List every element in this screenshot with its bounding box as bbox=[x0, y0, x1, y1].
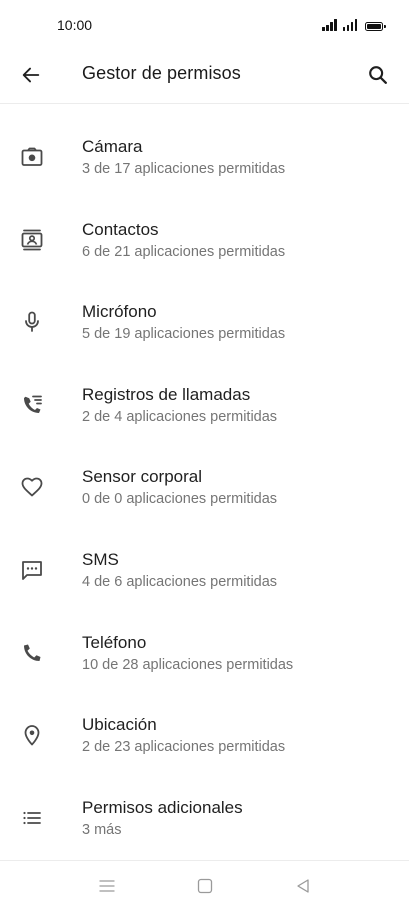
permission-subtitle: 5 de 19 aplicaciones permitidas bbox=[82, 326, 286, 343]
permission-subtitle: 3 más bbox=[82, 821, 122, 838]
page-title: Gestor de permisos bbox=[82, 63, 241, 83]
permission-subtitle: 2 de 4 aplicaciones permitidas bbox=[82, 408, 278, 425]
permission-item-camera[interactable]: Cámara 3 de 17 aplicaciones permitidas bbox=[0, 116, 409, 199]
list-icon bbox=[19, 805, 45, 831]
permission-title: Teléfono bbox=[82, 632, 147, 652]
permission-item-body-sensor[interactable]: Sensor corporal 0 de 0 aplicaciones perm… bbox=[0, 446, 409, 529]
app-bar: Gestor de permisos bbox=[0, 48, 409, 104]
permission-subtitle: 3 de 17 aplicaciones permitidas bbox=[82, 161, 286, 177]
permission-item-additional[interactable]: Permisos adicionales 3 más bbox=[0, 777, 409, 860]
arrow-back-icon bbox=[22, 67, 40, 83]
permission-item-contacts[interactable]: Contactos 6 de 21 aplicaciones permitida… bbox=[0, 199, 409, 282]
permission-item-location[interactable]: Ubicación 2 de 23 aplicaciones permitida… bbox=[0, 694, 409, 777]
sms-icon bbox=[19, 557, 45, 583]
permission-subtitle: 10 de 28 aplicaciones permitidas bbox=[82, 656, 294, 673]
microphone-icon bbox=[19, 309, 45, 335]
permission-title: Contactos bbox=[82, 219, 159, 239]
status-icons bbox=[322, 17, 386, 31]
permission-item-sms[interactable]: SMS 4 de 6 aplicaciones permitidas bbox=[0, 529, 409, 612]
permission-subtitle: 4 de 6 aplicaciones permitidas bbox=[82, 573, 278, 590]
status-bar: 10:00 bbox=[0, 0, 409, 48]
permission-title: Permisos adicionales bbox=[82, 797, 243, 817]
permission-subtitle: 6 de 21 aplicaciones permitidas bbox=[82, 243, 286, 260]
permission-title: SMS bbox=[82, 549, 119, 569]
permission-title: Ubicación bbox=[82, 715, 157, 735]
status-time: 10:00 bbox=[57, 17, 93, 33]
phone-icon bbox=[19, 640, 45, 666]
call-log-icon bbox=[19, 392, 45, 418]
permission-subtitle: 0 de 0 aplicaciones permitidas bbox=[82, 491, 278, 508]
permission-subtitle: 2 de 23 aplicaciones permitidas bbox=[82, 739, 286, 756]
permission-list: Cámara 3 de 17 aplicaciones permitidas C… bbox=[0, 116, 409, 859]
heart-icon bbox=[19, 474, 45, 500]
permission-title: Sensor corporal bbox=[82, 467, 203, 487]
permission-title: Registros de llamadas bbox=[82, 384, 251, 404]
back-button[interactable] bbox=[14, 58, 48, 92]
battery-icon bbox=[365, 22, 386, 31]
back-triangle-icon bbox=[297, 879, 309, 893]
permission-item-microphone[interactable]: Micrófono 5 de 19 aplicaciones permitida… bbox=[0, 281, 409, 364]
home-icon bbox=[197, 878, 213, 894]
signal-icon bbox=[322, 19, 337, 31]
location-icon bbox=[19, 722, 45, 748]
permission-title: Micrófono bbox=[82, 302, 157, 322]
home-button[interactable] bbox=[194, 875, 216, 897]
navigation-bar bbox=[0, 860, 409, 910]
permission-item-phone[interactable]: Teléfono 10 de 28 aplicaciones permitida… bbox=[0, 612, 409, 695]
camera-icon bbox=[19, 144, 45, 170]
system-back-button[interactable] bbox=[292, 875, 314, 897]
permission-title: Cámara bbox=[82, 137, 143, 156]
signal-icon bbox=[342, 19, 357, 31]
recent-apps-button[interactable] bbox=[96, 875, 118, 897]
search-icon bbox=[369, 66, 387, 84]
contacts-icon bbox=[19, 227, 45, 253]
search-button[interactable] bbox=[361, 58, 395, 92]
permission-item-call-logs[interactable]: Registros de llamadas 2 de 4 aplicacione… bbox=[0, 364, 409, 447]
menu-icon bbox=[99, 880, 115, 892]
